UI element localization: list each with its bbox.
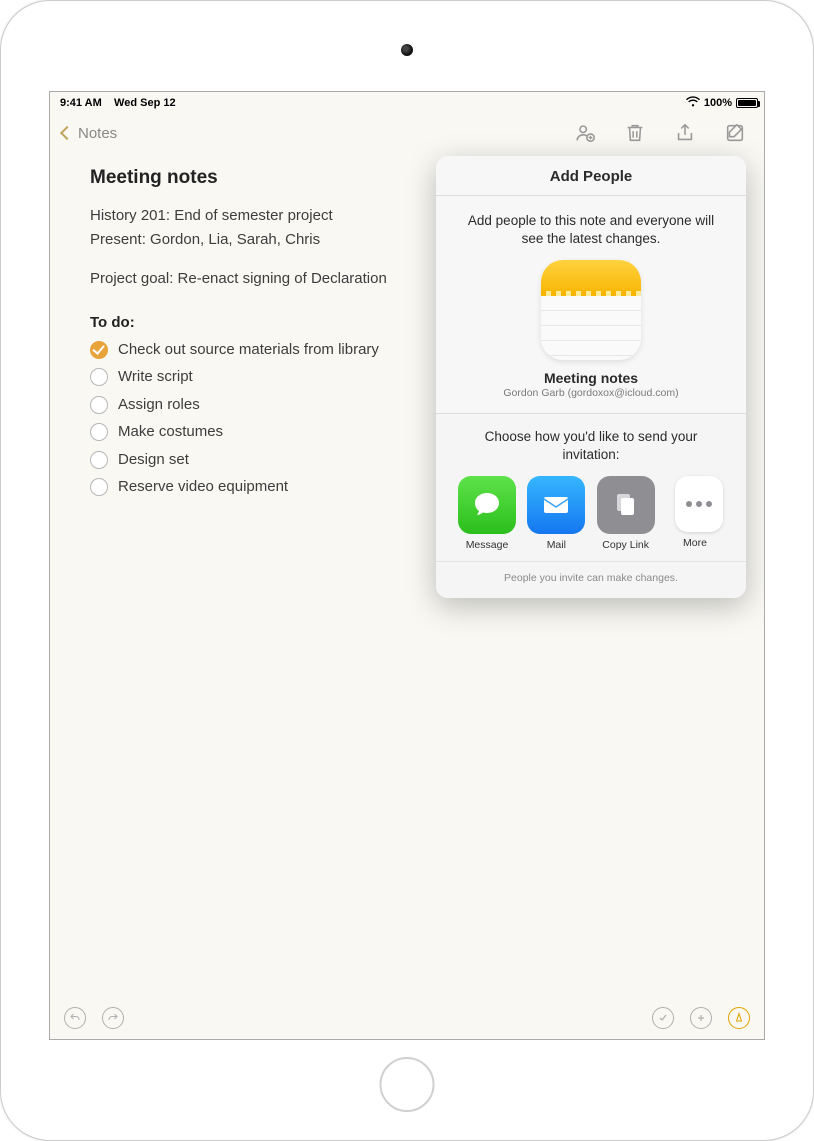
message-icon bbox=[458, 476, 516, 534]
share-icon[interactable] bbox=[674, 122, 696, 144]
screen: 9:41 AM Wed Sep 12 100% Notes bbox=[49, 91, 765, 1040]
front-camera bbox=[401, 44, 413, 56]
popover-footer: People you invite can make changes. bbox=[436, 561, 746, 598]
navbar-right bbox=[574, 122, 756, 144]
todo-label: Make costumes bbox=[118, 421, 223, 444]
trash-icon[interactable] bbox=[624, 122, 646, 144]
share-options: Message Mail Copy Link bbox=[452, 476, 730, 551]
ipad-device-frame: 9:41 AM Wed Sep 12 100% Notes bbox=[0, 0, 814, 1141]
todo-label: Check out source materials from library bbox=[118, 339, 379, 362]
shared-note-owner: Gordon Garb (gordoxox@icloud.com) bbox=[456, 387, 726, 399]
battery-percent: 100% bbox=[704, 97, 732, 109]
back-label: Notes bbox=[78, 125, 117, 142]
bottom-toolbar bbox=[50, 997, 764, 1039]
battery-icon bbox=[736, 98, 758, 108]
status-bar: 9:41 AM Wed Sep 12 100% bbox=[50, 92, 764, 112]
more-icon bbox=[675, 476, 723, 532]
markup-icon[interactable] bbox=[728, 1007, 750, 1029]
popover-description: Add people to this note and everyone wil… bbox=[456, 212, 726, 248]
todo-label: Assign roles bbox=[118, 394, 200, 417]
status-time: 9:41 AM bbox=[60, 97, 102, 109]
share-mail-button[interactable]: Mail bbox=[523, 476, 589, 551]
share-mail-label: Mail bbox=[547, 539, 566, 551]
todo-label: Write script bbox=[118, 366, 193, 389]
popover-info-section: Add people to this note and everyone wil… bbox=[436, 196, 746, 413]
share-more-label: More bbox=[683, 537, 707, 549]
share-message-button[interactable]: Message bbox=[454, 476, 520, 551]
add-people-popover: Add People Add people to this note and e… bbox=[436, 156, 746, 598]
todo-label: Design set bbox=[118, 449, 189, 472]
share-copy-label: Copy Link bbox=[602, 539, 649, 551]
status-right: 100% bbox=[686, 96, 758, 111]
mail-icon bbox=[527, 476, 585, 534]
home-button[interactable] bbox=[380, 1057, 435, 1112]
undo-icon[interactable] bbox=[64, 1007, 86, 1029]
share-message-label: Message bbox=[466, 539, 509, 551]
checklist-icon[interactable] bbox=[652, 1007, 674, 1029]
status-date: Wed Sep 12 bbox=[114, 97, 176, 109]
wifi-icon bbox=[686, 96, 700, 111]
share-copy-link-button[interactable]: Copy Link bbox=[593, 476, 659, 551]
chevron-left-icon bbox=[60, 126, 74, 140]
status-left: 9:41 AM Wed Sep 12 bbox=[60, 97, 176, 109]
compose-icon[interactable] bbox=[724, 122, 746, 144]
navbar: Notes bbox=[50, 112, 764, 154]
share-more-button[interactable]: More bbox=[662, 476, 728, 551]
invite-section: Choose how you'd like to send your invit… bbox=[436, 414, 746, 560]
add-people-icon[interactable] bbox=[574, 122, 596, 144]
redo-icon[interactable] bbox=[102, 1007, 124, 1029]
popover-title: Add People bbox=[436, 156, 746, 196]
add-attachment-icon[interactable] bbox=[690, 1007, 712, 1029]
todo-checkbox[interactable] bbox=[90, 478, 108, 496]
notes-app-icon bbox=[541, 260, 641, 360]
todo-checkbox[interactable] bbox=[90, 451, 108, 469]
todo-checkbox[interactable] bbox=[90, 341, 108, 359]
todo-checkbox[interactable] bbox=[90, 423, 108, 441]
todo-label: Reserve video equipment bbox=[118, 476, 288, 499]
shared-note-title: Meeting notes bbox=[456, 370, 726, 386]
back-button[interactable]: Notes bbox=[58, 125, 117, 142]
todo-checkbox[interactable] bbox=[90, 368, 108, 386]
todo-checkbox[interactable] bbox=[90, 396, 108, 414]
invite-prompt: Choose how you'd like to send your invit… bbox=[452, 428, 730, 463]
copy-link-icon bbox=[597, 476, 655, 534]
